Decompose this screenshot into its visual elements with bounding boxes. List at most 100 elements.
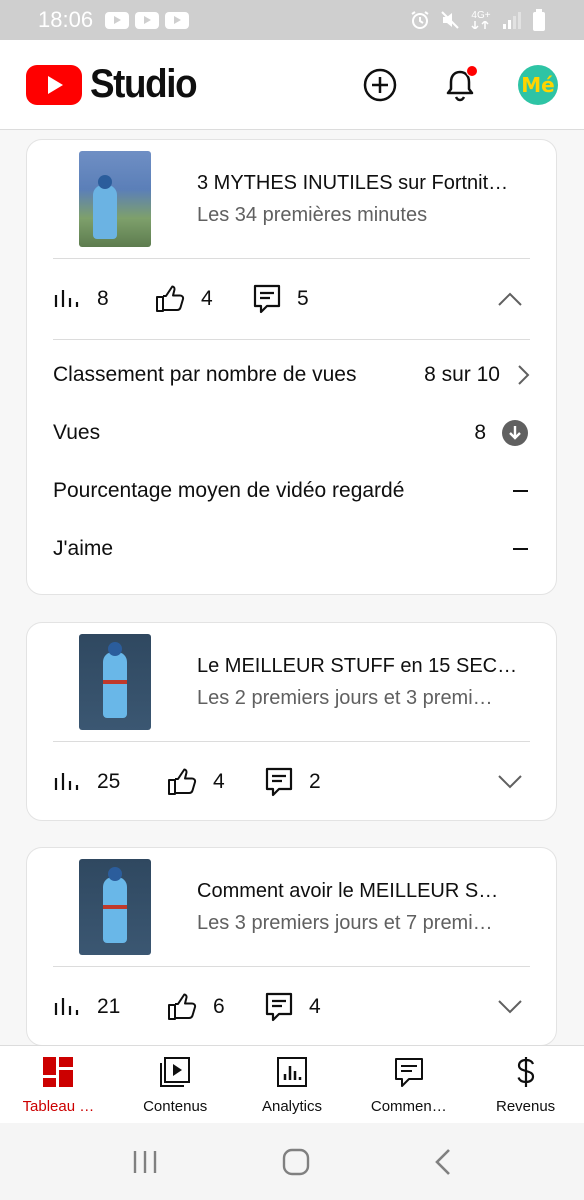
views-count: 21 bbox=[97, 995, 121, 1018]
views-stat: 21 bbox=[53, 995, 167, 1019]
likes-row: J'aime bbox=[53, 520, 530, 578]
notifications-button[interactable] bbox=[438, 63, 482, 107]
video-card-header[interactable]: Comment avoir le MEILLEUR S… Les 3 premi… bbox=[27, 848, 556, 966]
views-count: 25 bbox=[97, 770, 121, 793]
video-stats-row[interactable]: 21 6 4 bbox=[27, 967, 556, 1047]
youtube-logo-icon bbox=[26, 64, 82, 105]
comments-count: 4 bbox=[309, 995, 321, 1018]
nav-dashboard[interactable]: Tableau … bbox=[0, 1046, 117, 1123]
add-circle-icon bbox=[363, 68, 397, 101]
comments-icon bbox=[394, 1058, 423, 1087]
signal-icon bbox=[503, 12, 521, 29]
video-stats-row[interactable]: 25 4 2 bbox=[27, 742, 556, 822]
video-thumbnail[interactable] bbox=[79, 859, 151, 955]
recent-apps-icon[interactable] bbox=[132, 1150, 158, 1174]
video-card-header[interactable]: 3 MYTHES INUTILES sur Fortnit… Les 34 pr… bbox=[27, 140, 556, 258]
views-stat: 25 bbox=[53, 770, 167, 794]
nav-comments[interactable]: Commen… bbox=[350, 1046, 467, 1123]
home-icon[interactable] bbox=[282, 1148, 310, 1176]
status-time: 18:06 bbox=[38, 7, 94, 32]
bar-chart-icon bbox=[54, 773, 79, 790]
thumbs-up-icon bbox=[156, 285, 185, 312]
bar-chart-icon bbox=[54, 998, 79, 1015]
likes-count: 4 bbox=[213, 770, 225, 793]
mute-icon bbox=[441, 11, 459, 29]
empty-value-dash bbox=[513, 490, 528, 492]
avg-percentage-row: Pourcentage moyen de vidéo regardé bbox=[53, 462, 530, 520]
video-card: 3 MYTHES INUTILES sur Fortnit… Les 34 pr… bbox=[26, 139, 557, 595]
views-count: 8 bbox=[97, 287, 109, 310]
likes-stat: 4 bbox=[167, 768, 265, 796]
empty-value-dash bbox=[513, 548, 528, 550]
comment-icon bbox=[265, 992, 293, 1022]
video-stats-row[interactable]: 8 4 5 bbox=[27, 259, 556, 339]
system-navigation-bar bbox=[0, 1123, 584, 1200]
avatar[interactable]: Mé bbox=[518, 64, 558, 105]
detail-label: J'aime bbox=[53, 537, 114, 560]
detail-label: Pourcentage moyen de vidéo regardé bbox=[53, 479, 405, 502]
nav-analytics[interactable]: Analytics bbox=[234, 1046, 351, 1123]
youtube-notification-icon bbox=[165, 11, 190, 29]
detail-label: Classement par nombre de vues bbox=[53, 363, 357, 386]
video-title: Le MEILLEUR STUFF en 15 SEC… bbox=[197, 655, 518, 677]
brand-label: Studio bbox=[90, 62, 198, 106]
video-details: Classement par nombre de vues 8 sur 10 V… bbox=[27, 340, 556, 586]
comments-stat: 2 bbox=[265, 767, 321, 797]
video-thumbnail[interactable] bbox=[79, 634, 151, 730]
video-card-header[interactable]: Le MEILLEUR STUFF en 15 SEC… Les 2 premi… bbox=[27, 623, 556, 741]
video-thumbnail[interactable] bbox=[79, 151, 151, 247]
avatar-text: Mé bbox=[521, 72, 555, 97]
youtube-notification-icon bbox=[135, 11, 160, 29]
notification-badge bbox=[466, 64, 478, 77]
analytics-icon bbox=[276, 1057, 307, 1087]
likes-count: 6 bbox=[213, 995, 225, 1018]
nav-content[interactable]: Contenus bbox=[117, 1046, 234, 1123]
detail-value: 8 bbox=[474, 421, 486, 444]
video-card: Comment avoir le MEILLEUR S… Les 3 premi… bbox=[26, 847, 557, 1046]
battery-icon bbox=[533, 9, 545, 31]
likes-stat: 6 bbox=[167, 993, 265, 1021]
comments-count: 5 bbox=[297, 287, 309, 310]
back-icon[interactable] bbox=[434, 1148, 452, 1176]
comment-icon bbox=[253, 284, 281, 314]
status-bar: 18:06 4G+ bbox=[0, 0, 584, 40]
arrow-down-circle-icon bbox=[502, 420, 528, 446]
youtube-notification-icon bbox=[105, 11, 130, 29]
alarm-icon bbox=[411, 11, 429, 29]
nav-revenue[interactable]: Revenus bbox=[467, 1046, 584, 1123]
chevron-down-icon[interactable] bbox=[498, 1000, 522, 1014]
video-card: Le MEILLEUR STUFF en 15 SEC… Les 2 premi… bbox=[26, 622, 557, 821]
content-icon bbox=[160, 1057, 191, 1087]
views-rank-row[interactable]: Classement par nombre de vues 8 sur 10 bbox=[53, 346, 530, 404]
chevron-right-icon bbox=[518, 365, 530, 385]
comment-icon bbox=[265, 767, 293, 797]
nav-label: Revenus bbox=[495, 1098, 556, 1115]
network-indicator: 4G+ bbox=[470, 11, 492, 29]
bar-chart-icon bbox=[54, 290, 79, 307]
nav-label: Tableau … bbox=[22, 1098, 95, 1115]
detail-label: Vues bbox=[53, 421, 101, 444]
comments-stat: 5 bbox=[253, 284, 309, 314]
comments-count: 2 bbox=[309, 770, 321, 793]
chevron-up-icon[interactable] bbox=[498, 292, 522, 306]
video-period: Les 2 premiers jours et 3 premi… bbox=[197, 687, 493, 709]
thumbs-up-icon bbox=[168, 993, 197, 1020]
video-title: 3 MYTHES INUTILES sur Fortnit… bbox=[197, 172, 509, 194]
dashboard-icon bbox=[43, 1057, 74, 1087]
views-stat: 8 bbox=[53, 287, 155, 311]
app-header: Studio Mé bbox=[0, 40, 584, 130]
likes-count: 4 bbox=[201, 287, 213, 310]
comments-stat: 4 bbox=[265, 992, 321, 1022]
bottom-navigation: Tableau … Contenus Analytics Commen… Rev… bbox=[0, 1045, 584, 1123]
studio-logo[interactable]: Studio bbox=[26, 62, 205, 107]
chevron-down-icon[interactable] bbox=[498, 775, 522, 789]
nav-label: Commen… bbox=[370, 1098, 447, 1115]
create-button[interactable] bbox=[358, 63, 402, 107]
dollar-icon bbox=[517, 1057, 534, 1087]
thumbs-up-icon bbox=[168, 768, 197, 795]
detail-value: 8 sur 10 bbox=[424, 363, 500, 386]
likes-stat: 4 bbox=[155, 285, 253, 313]
video-title: Comment avoir le MEILLEUR S… bbox=[197, 880, 499, 902]
video-period: Les 3 premiers jours et 7 premi… bbox=[197, 912, 493, 934]
nav-label: Contenus bbox=[143, 1098, 208, 1115]
